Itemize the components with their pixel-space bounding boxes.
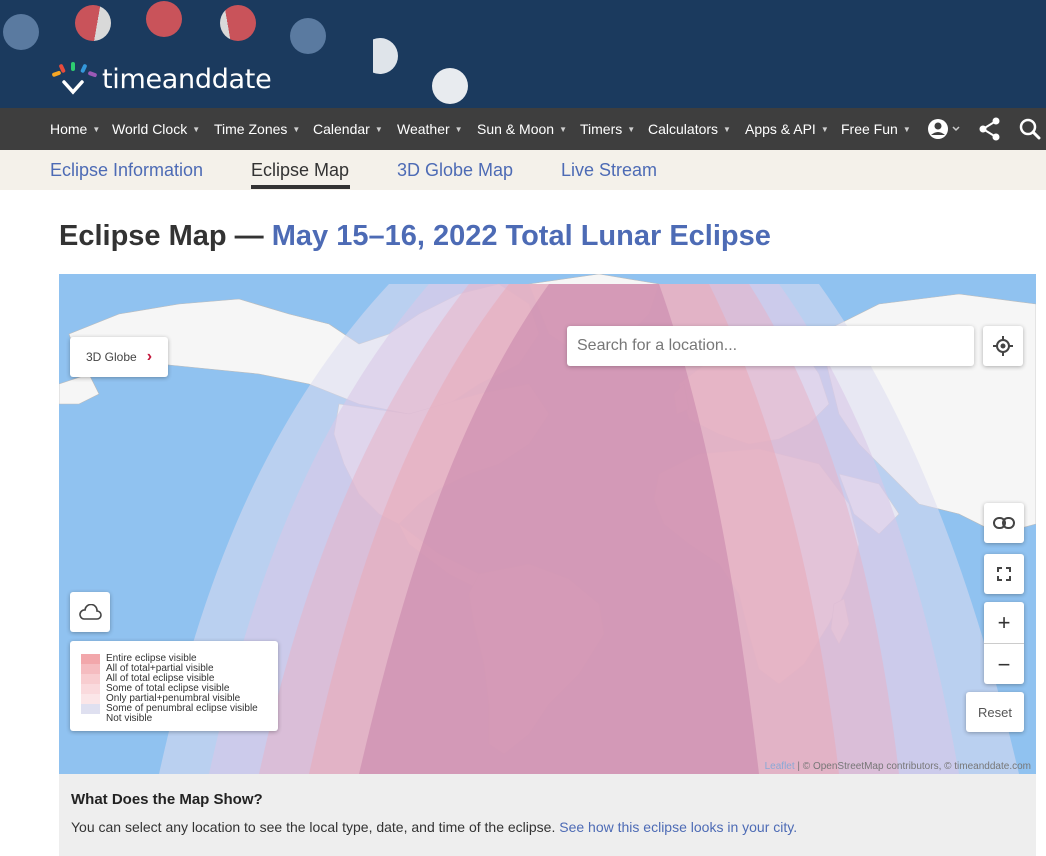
crosshair-icon [993, 336, 1013, 356]
copy-link-button[interactable] [984, 503, 1024, 543]
globe-button-label: 3D Globe [85, 350, 137, 364]
chevron-down-icon: ▼ [820, 124, 829, 134]
legend-swatch [81, 674, 100, 684]
chevron-down-icon: ▼ [723, 124, 731, 134]
moon-phase-icon [432, 68, 468, 104]
active-tab-underline [251, 185, 350, 189]
tab-3d-globe-map[interactable]: 3D Globe Map [397, 160, 513, 181]
moon-phase-icon [3, 14, 39, 50]
nav-label: Sun & Moon [477, 121, 555, 137]
chevron-down-icon: ▼ [92, 124, 101, 134]
legend-row: Not visible [81, 714, 278, 724]
map-legend: Entire eclipse visible All of total+parti… [70, 641, 278, 731]
share-icon[interactable] [979, 117, 1001, 146]
nav-label: Calendar [313, 121, 370, 137]
fullscreen-icon [997, 567, 1011, 581]
logo-text: timeanddate [102, 63, 272, 95]
nav-label: Calculators [648, 121, 719, 137]
site-header: timeanddate [0, 0, 1046, 108]
legend-label: Not visible [106, 713, 153, 724]
info-text: You can select any location to see the l… [71, 819, 797, 835]
main-nav: Home ▼ World Clock ▼ Time Zones ▼ Calendar ▼… [0, 108, 1046, 150]
legend-swatch [81, 704, 100, 714]
chevron-down-icon: ▼ [902, 124, 911, 134]
nav-world-clock[interactable]: World Clock ▼ [112, 121, 200, 137]
attribution-text: | © OpenStreetMap contributors, © timean… [794, 761, 1031, 772]
3d-globe-button[interactable]: 3D Globe › [70, 337, 168, 377]
location-search-input[interactable] [567, 326, 974, 366]
moon-phase-icon [146, 1, 182, 37]
leaflet-link[interactable]: Leaflet [765, 761, 795, 772]
reset-button[interactable]: Reset [966, 692, 1024, 732]
moon-phase-icon [75, 5, 111, 41]
cloud-icon [79, 604, 102, 620]
legend-swatch [81, 664, 100, 674]
nav-label: Time Zones [214, 121, 288, 137]
map-attribution: Leaflet | © OpenStreetMap contributors, … [765, 761, 1031, 772]
nav-label: World Clock [112, 121, 188, 137]
nav-label: Timers [580, 121, 623, 137]
zoom-in-button[interactable]: + [984, 602, 1024, 643]
info-body: You can select any location to see the l… [71, 819, 560, 835]
title-accent: May 15–16, 2022 Total Lunar Eclipse [271, 220, 771, 252]
nav-label: Home [50, 121, 88, 137]
site-logo[interactable]: timeanddate [50, 62, 272, 96]
nav-label: Apps & API [745, 121, 816, 137]
tab-eclipse-information[interactable]: Eclipse Information [50, 160, 203, 181]
chevron-right-icon: › [146, 348, 153, 365]
legend-swatch [81, 714, 100, 724]
nav-calendar[interactable]: Calendar ▼ [313, 121, 383, 137]
nav-weather[interactable]: Weather ▼ [397, 121, 463, 137]
zoom-out-button[interactable]: − [984, 644, 1024, 685]
info-heading: What Does the Map Show? [71, 791, 263, 808]
tab-eclipse-map[interactable]: Eclipse Map [251, 160, 349, 181]
logo-burst-icon [50, 62, 102, 96]
chevron-down-icon: ▼ [559, 124, 567, 134]
tab-live-stream[interactable]: Live Stream [561, 160, 657, 181]
moon-phase-icon [220, 5, 256, 41]
nav-apps-api[interactable]: Apps & API ▼ [745, 121, 829, 137]
nav-free-fun[interactable]: Free Fun ▼ [841, 121, 911, 137]
legend-swatch [81, 694, 100, 704]
chevron-down-icon: ▼ [454, 124, 463, 134]
nav-label: Weather [397, 121, 450, 137]
zoom-control: + − [984, 602, 1024, 684]
cloud-layer-button[interactable] [70, 592, 110, 632]
chevron-down-icon: ▼ [192, 124, 201, 134]
legend-swatch [81, 684, 100, 694]
chevron-down-icon: ▼ [374, 124, 383, 134]
legend-swatch [81, 654, 100, 664]
page-title: Eclipse Map — May 15–16, 2022 Total Luna… [59, 220, 771, 253]
nav-timers[interactable]: Timers ▼ [580, 121, 635, 137]
nav-sun-moon[interactable]: Sun & Moon ▼ [477, 121, 567, 137]
map-info-box: What Does the Map Show? You can select a… [59, 774, 1036, 856]
eclipse-map[interactable]: 3D Globe › + − Reset Entire eclipse visi… [59, 274, 1036, 774]
link-icon [993, 517, 1015, 529]
nav-home[interactable]: Home ▼ [50, 121, 100, 137]
search-icon[interactable] [1019, 117, 1041, 146]
fullscreen-button[interactable] [984, 554, 1024, 594]
nav-calculators[interactable]: Calculators ▼ [648, 121, 731, 137]
account-icon[interactable] [927, 117, 963, 146]
moon-phase-icon [290, 18, 326, 54]
title-prefix: Eclipse Map — [59, 220, 272, 252]
eclipse-subnav: Eclipse Information Eclipse Map 3D Globe… [0, 150, 1046, 190]
chevron-down-icon: ▼ [292, 124, 301, 134]
locate-me-button[interactable] [983, 326, 1023, 366]
moon-phase-icon [362, 38, 398, 74]
city-eclipse-link[interactable]: See how this eclipse looks in your city. [559, 819, 797, 835]
nav-label: Free Fun [841, 121, 898, 137]
chevron-down-icon: ▼ [627, 124, 636, 134]
nav-time-zones[interactable]: Time Zones ▼ [214, 121, 300, 137]
